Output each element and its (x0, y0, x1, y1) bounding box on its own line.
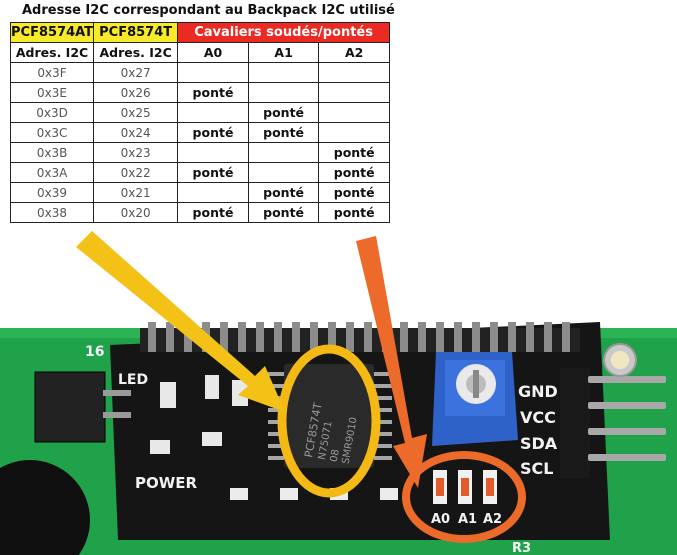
led-jumper (34, 371, 106, 443)
pin-label-scl: SCL (520, 459, 553, 478)
address-jumpers (433, 470, 497, 504)
board-photo: 16 LED POWER PCF8574T N75071 08 SMR9010 … (0, 231, 677, 555)
i2c-header (560, 368, 590, 478)
pin-label-vcc: VCC (520, 408, 556, 427)
pin-label-gnd: GND (518, 382, 558, 401)
pcb-number: 16 (85, 344, 104, 360)
jumper-label-a2: A2 (483, 512, 502, 527)
led-label: LED (118, 372, 148, 388)
jumper-label-a1: A1 (458, 512, 477, 527)
jumper-label-a0: A0 (431, 512, 450, 527)
potentiometer (432, 352, 518, 446)
chip-marking: 08 (329, 448, 342, 462)
power-label: POWER (135, 474, 198, 492)
corner-label: R3 (512, 541, 531, 555)
pin-label-sda: SDA (520, 434, 558, 453)
